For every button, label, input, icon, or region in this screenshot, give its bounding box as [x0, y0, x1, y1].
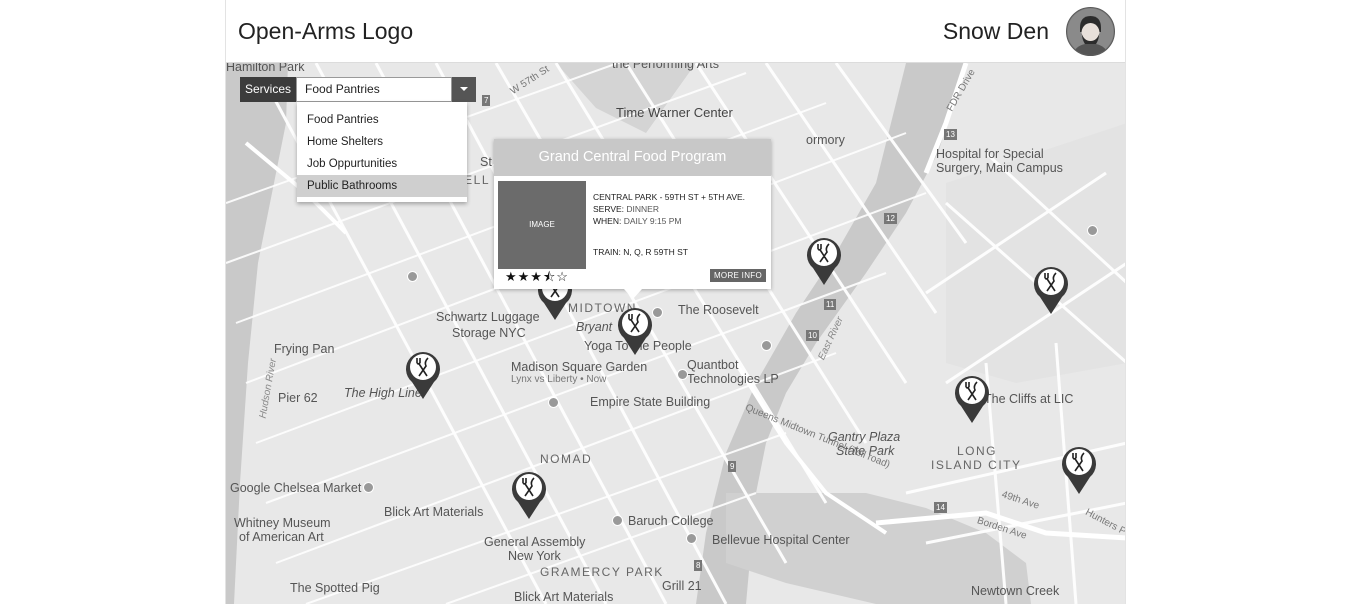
label-hamilton-park: Hamilton Park [226, 63, 305, 74]
shield-7: 7 [482, 95, 491, 106]
poi-dot [548, 397, 559, 408]
popup-pointer [624, 289, 642, 299]
label-quantbot-1: Quantbot [687, 358, 739, 372]
poi-dot [407, 271, 418, 282]
shield-13: 13 [944, 129, 957, 140]
label-spotted-pig: The Spotted Pig [290, 581, 380, 595]
label-ormory: ormory [806, 133, 845, 147]
popup-serve: SERVE: DINNER [593, 203, 745, 215]
user-name[interactable]: Snow Den [943, 18, 1049, 45]
popup-title: Grand Central Food Program [494, 139, 771, 176]
when-label: WHEN: [593, 216, 622, 226]
top-header: Open-Arms Logo Snow Den [226, 0, 1125, 63]
map-view[interactable]: Hamilton Park the Performing Arts W 57th… [226, 63, 1125, 604]
label-general-assembly-2: New York [508, 549, 561, 563]
label-blick: Blick Art Materials [384, 505, 484, 519]
label-performing-arts: the Performing Arts [612, 63, 719, 71]
services-select[interactable]: Food Pantries [296, 77, 453, 102]
label-whitney-2: of American Art [239, 530, 324, 544]
label-bellevue: Bellevue Hospital Center [712, 533, 850, 547]
food-pin-icon [807, 238, 841, 285]
shield-12: 12 [884, 213, 897, 224]
label-hospital-2: Surgery, Main Campus [936, 161, 1063, 175]
food-pin-icon [618, 308, 652, 355]
popup-location: CENTRAL PARK - 59TH ST + 5TH AVE. [593, 192, 746, 202]
popup-image-placeholder: IMAGE [498, 181, 586, 269]
poi-dot [1087, 225, 1098, 236]
food-marker[interactable] [805, 236, 843, 286]
label-quantbot-2: Technologies LP [687, 372, 779, 386]
poi-dot [761, 340, 772, 351]
services-option-job-opportunities[interactable]: Job Oppurtunities [297, 153, 467, 175]
label-nomad: NOMAD [540, 452, 593, 466]
location-popup: Grand Central Food Program IMAGE CENTRAL… [494, 139, 771, 299]
label-schwartz-1: Schwartz Luggage [436, 310, 540, 324]
caret-down-icon [460, 87, 469, 91]
label-whitney-1: Whitney Museum [234, 516, 331, 530]
label-schwartz-2: Storage NYC [452, 326, 526, 340]
food-marker[interactable] [404, 350, 442, 400]
food-pin-icon [406, 352, 440, 399]
label-bryant: Bryant [576, 320, 613, 334]
label-grill-21: Grill 21 [662, 579, 702, 593]
label-roosevelt: The Roosevelt [678, 303, 759, 317]
label-lynx: Lynx vs Liberty • Now [511, 374, 607, 385]
food-marker[interactable] [1032, 265, 1070, 315]
serve-label: SERVE: [593, 204, 625, 214]
shield-11: 11 [824, 299, 837, 310]
shield-9: 9 [728, 461, 737, 472]
label-lic-1: LONG [957, 444, 998, 458]
label-esb: Empire State Building [590, 395, 711, 409]
label-blick-2: Blick Art Materials [514, 590, 614, 604]
services-option-food-pantries[interactable]: Food Pantries [297, 109, 467, 131]
label-time-warner: Time Warner Center [616, 105, 733, 120]
poi-dot [686, 533, 697, 544]
app-logo[interactable]: Open-Arms Logo [238, 18, 413, 45]
popup-when: WHEN: DAILY 9:15 PM [593, 215, 745, 227]
label-pier-62: Pier 62 [278, 391, 318, 405]
food-marker[interactable] [510, 470, 548, 520]
label-msg: Madison Square Garden [511, 360, 648, 374]
label-baruch: Baruch College [628, 514, 714, 528]
app-frame: Open-Arms Logo Snow Den Hamilton Park th… [225, 0, 1126, 604]
label-st-fragment: St [480, 155, 492, 169]
label-general-assembly-1: General Assembly [484, 535, 586, 549]
poi-dot [612, 515, 623, 526]
food-marker[interactable] [953, 374, 991, 424]
popup-details: CENTRAL PARK - 59TH ST + 5TH AVE. SERVE:… [593, 191, 745, 227]
user-avatar[interactable] [1066, 7, 1115, 56]
services-filter: Services Food Pantries [240, 77, 477, 102]
services-label: Services [240, 77, 297, 102]
avatar-icon [1067, 8, 1114, 55]
services-dropdown-menu: Food Pantries Home Shelters Job Oppurtun… [297, 102, 467, 202]
label-newtown: Newtown Creek [971, 584, 1060, 598]
label-cliffs: The Cliffs at LIC [984, 392, 1074, 406]
services-option-home-shelters[interactable]: Home Shelters [297, 131, 467, 153]
label-frying-pan: Frying Pan [274, 342, 335, 356]
shield-14: 14 [934, 502, 947, 513]
poi-dot [363, 482, 374, 493]
more-info-button[interactable]: MORE INFO [709, 269, 766, 282]
services-option-public-bathrooms[interactable]: Public Bathrooms [297, 175, 467, 197]
label-gramercy: GRAMERCY PARK [540, 565, 664, 579]
rating-stars: ★★★⯪☆ [505, 269, 569, 284]
food-pin-icon [1034, 267, 1068, 314]
food-pin-icon [1062, 447, 1096, 494]
shield-10: 10 [806, 330, 819, 341]
label-hospital-1: Hospital for Special [936, 147, 1044, 161]
label-chelsea-market: Google Chelsea Market [230, 481, 362, 495]
food-marker-selected[interactable] [616, 306, 654, 356]
poi-dot [677, 369, 688, 380]
serve-value: DINNER [626, 204, 659, 214]
services-dropdown-button[interactable] [452, 77, 477, 102]
when-value: DAILY 9:15 PM [623, 216, 682, 226]
shield-8: 8 [694, 560, 703, 571]
label-lic-2: ISLAND CITY [931, 458, 1022, 472]
food-marker[interactable] [1060, 445, 1098, 495]
food-pin-icon [512, 472, 546, 519]
popup-train: TRAIN: N, Q, R 59TH ST [593, 247, 688, 257]
food-pin-icon [955, 376, 989, 423]
